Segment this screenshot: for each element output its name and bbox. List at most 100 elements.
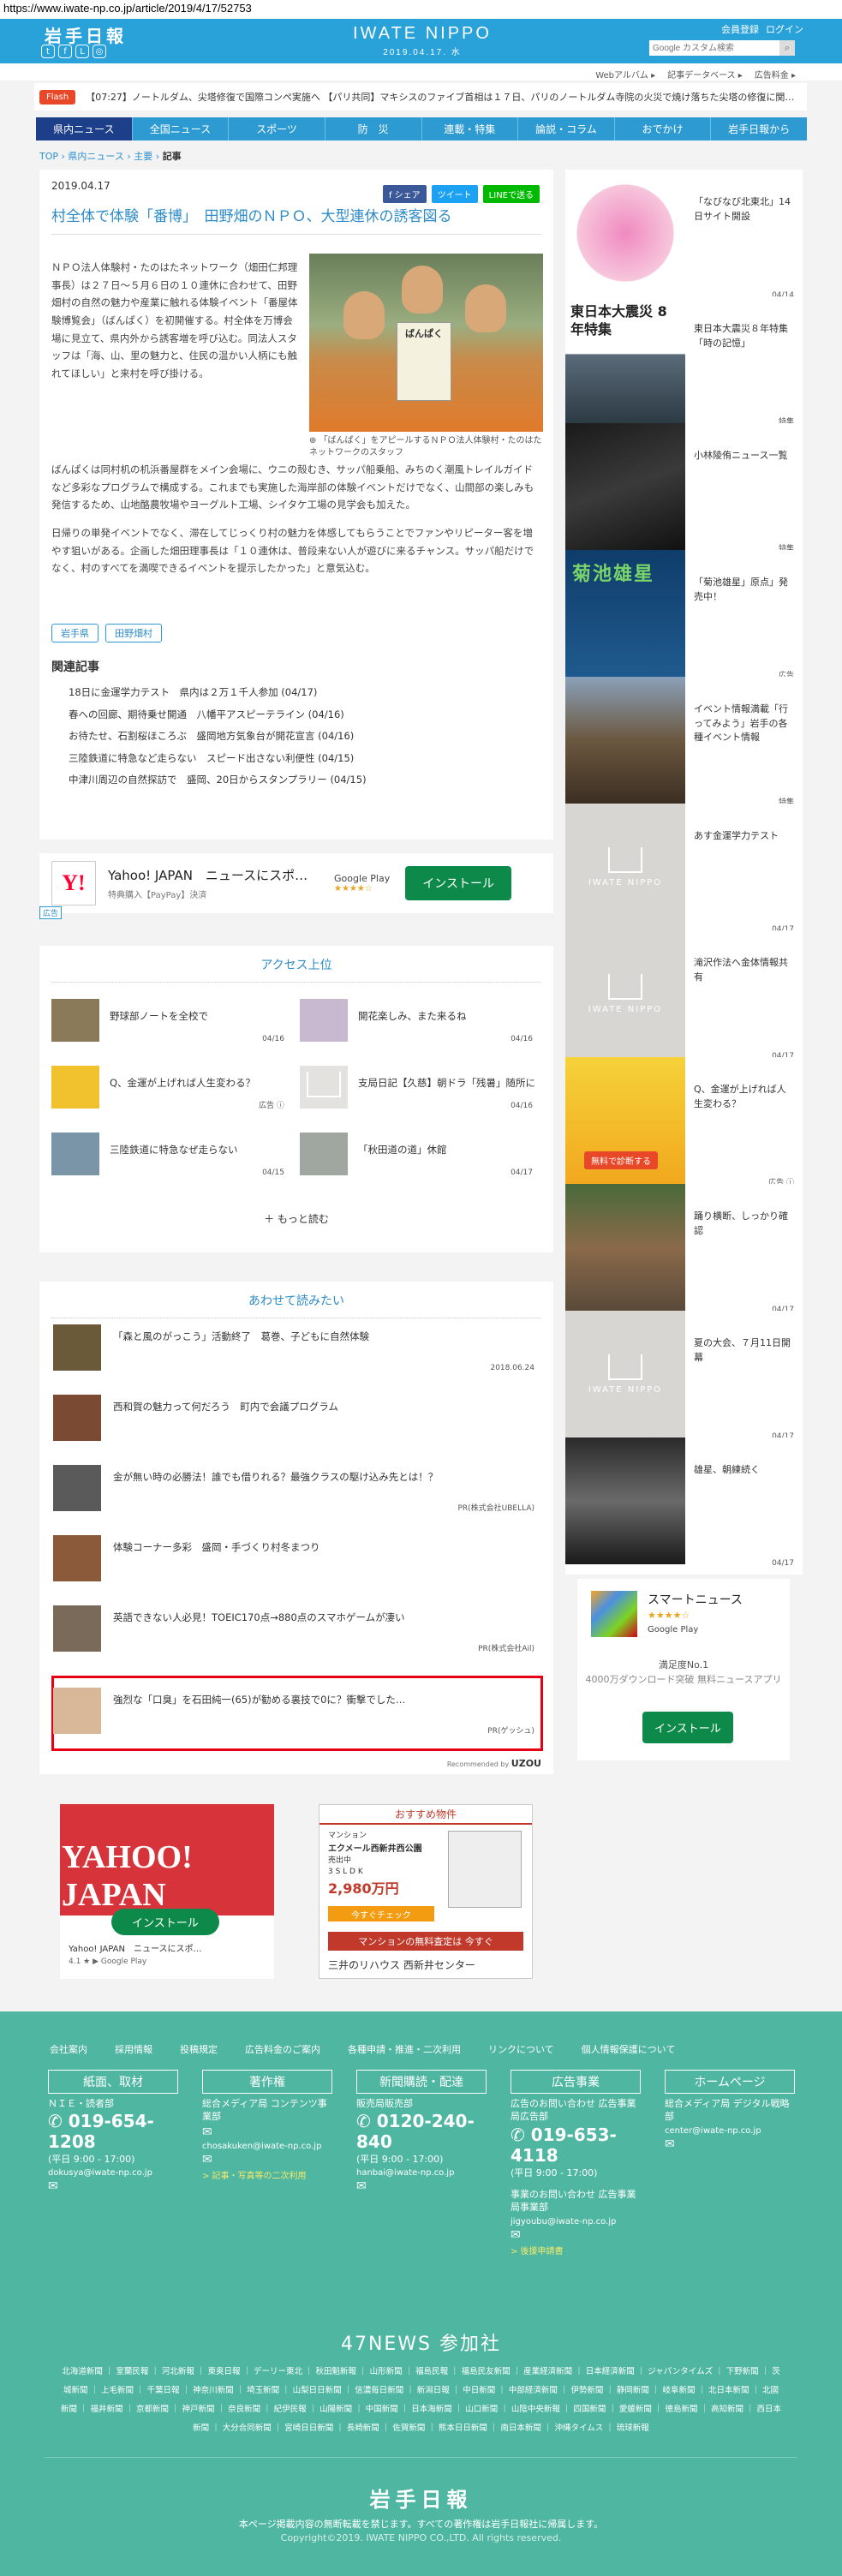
sidebar-item[interactable]: イベント情報満載「行ってみよう」岩手の各種イベント情報 特集 — [565, 677, 803, 814]
related-item[interactable]: 中津川周辺の自然探訪で 盛岡、20日からスタンプラリー (04/15) — [69, 769, 367, 792]
footer-link[interactable]: 広告料金のご案内 — [245, 2042, 320, 2056]
nav-disaster[interactable]: 防 災 — [325, 117, 422, 140]
nav-from-iwate[interactable]: 岩手日報から — [711, 117, 807, 140]
footer-link[interactable]: 採用情報 — [115, 2042, 152, 2056]
article-photo[interactable]: ばんぱく — [309, 254, 543, 432]
yahoo-caption: Yahoo! JAPAN ニュースにスポ… 4.1 ★ ▶ Google Play — [69, 1945, 202, 1966]
sidebar-item[interactable]: 小林陵侑ニュース一覧 特集 — [565, 423, 803, 560]
rank-item[interactable]: 支局日記【久慈】朝ドラ「残暑」随所に 04/16 — [300, 1066, 540, 1117]
phone-icon[interactable]: ✆ 019-653-4118 — [511, 2125, 641, 2166]
email-link[interactable]: jigyoubu@iwate-np.co.jp — [511, 2217, 641, 2226]
search-input[interactable] — [649, 40, 779, 56]
related-item[interactable]: 三陸鉄道に特急など走らない スピード出さない利便性 (04/15) — [69, 748, 367, 770]
twitter-icon[interactable]: t — [41, 45, 55, 58]
line-share-button[interactable]: LINEで送る — [482, 185, 540, 203]
recommend-item[interactable]: 体験コーナー多彩 盛岡・手づくり村冬まつり — [53, 1530, 541, 1587]
related-item[interactable]: 春への回廊、期待乗せ開通 八幡平アスピーテライン (04/16) — [69, 704, 367, 726]
phone-icon[interactable]: ✆ 019-654-1208 — [48, 2111, 178, 2152]
sidebar-item[interactable]: IWATE NIPPO 滝沢作法へ金体情報共有 04/17 — [565, 930, 803, 1067]
email-link[interactable]: hanbai@iwate-np.co.jp — [356, 2168, 487, 2178]
rank-item[interactable]: 三陸鉄道に特急なぜ走らない 04/15 — [51, 1133, 291, 1184]
nav-outing[interactable]: おでかけ — [615, 117, 712, 140]
footer-link[interactable]: 各種申請・推進・二次利用 — [348, 2042, 461, 2056]
member-register-link[interactable]: 会員登録 — [721, 22, 759, 36]
sponsor-request-link[interactable]: > 後援申請書 — [511, 2244, 641, 2256]
rank-item[interactable]: 野球部ノートを全校で 04/16 — [51, 999, 291, 1050]
footer-link[interactable]: 投稿規定 — [180, 2042, 218, 2056]
related-item[interactable]: 18日に金運学力テスト 県内は２万１千人参加 (04/17) — [69, 682, 367, 704]
sidebar-item[interactable]: IWATE NIPPO あす金運学力テスト 04/17 — [565, 804, 803, 941]
recommend-item-pr[interactable]: 金が無い時の必勝法！誰でも借りれる？最強クラスの駆け込み先とは！？ PR(株式会… — [53, 1460, 541, 1516]
zoom-icon[interactable]: ⊕ — [309, 436, 319, 445]
twitter-share-button[interactable]: ツイート — [431, 185, 478, 203]
crumb-local[interactable]: 県内ニュース — [68, 151, 123, 162]
re-appraisal-button[interactable]: マンションの無料査定は 今すぐ — [328, 1932, 523, 1951]
mail-icon[interactable]: ✉ — [665, 2137, 795, 2151]
center-logo[interactable]: IWATE NIPPO 2019.04.17. 水 — [337, 24, 508, 57]
secondary-use-link[interactable]: > 記事・写真等の二次利用 — [202, 2168, 332, 2181]
footer-link[interactable]: 個人情報保護について — [582, 2042, 676, 2056]
sidebar-item[interactable]: 「なびなび北東北」14日サイト開設 04/14 — [565, 170, 803, 307]
subnav-webalbum[interactable]: Webアルバム ▸ — [595, 68, 655, 81]
crumb-main[interactable]: 主要 — [134, 151, 152, 162]
mail-icon[interactable]: ✉ — [202, 2153, 332, 2167]
footer-link[interactable]: リンクについて — [488, 2042, 554, 2056]
mail-icon[interactable]: ✉ — [202, 2125, 332, 2139]
crumb-top[interactable]: TOP — [39, 151, 58, 162]
read-more-button[interactable]: ＋ もっと読む — [39, 1211, 553, 1226]
recommend-item[interactable]: 西和賀の魅力って何だろう 町内で会議プログラム — [53, 1390, 541, 1446]
sidebar-item[interactable]: IWATE NIPPO 夏の大会、７月11日開幕 04/17 — [565, 1311, 803, 1448]
tag-tanohata[interactable]: 田野畑村 — [105, 624, 162, 643]
sidebar-item[interactable]: 東日本大震災 8年特集 東日本大震災８年特集「時の記憶」 特集 — [565, 296, 803, 433]
smartnews-install-button[interactable]: インストール — [642, 1712, 733, 1743]
email-link[interactable]: center@iwate-np.co.jp — [665, 2126, 795, 2136]
re-check-button[interactable]: 今すぐチェック — [328, 1906, 434, 1922]
yahoo-install-button[interactable]: インストール — [111, 1909, 219, 1935]
nav-series[interactable]: 連載・特集 — [422, 117, 519, 140]
facebook-share-button[interactable]: f シェア — [382, 185, 427, 203]
tag-iwate[interactable]: 岩手県 — [51, 624, 99, 643]
app-banner-ad[interactable]: Y! Yahoo! JAPAN ニュースにスポ… 特典購入【PayPay】決済 … — [39, 853, 553, 913]
recommend-item[interactable]: 「森と風のがっこう」活動終了 葛巻、子どもに自然体験 2018.06.24 — [53, 1319, 541, 1376]
sidebar-item-ad[interactable]: 菊池雄星 「菊池雄星」原点」発売中！ 広告 — [565, 550, 803, 687]
footer-link[interactable]: 会社案内 — [50, 2042, 87, 2056]
sidebar-item[interactable]: 踊り横断、しっかり確認 04/17 — [565, 1184, 803, 1321]
mail-icon[interactable]: ✉ — [511, 2228, 641, 2242]
login-link[interactable]: ログイン — [766, 22, 803, 36]
phone-icon[interactable]: ✆ 0120-240-840 — [356, 2111, 487, 2152]
subnav-adrates[interactable]: 広告料金 ▸ — [755, 68, 796, 81]
yahoo-ad[interactable]: YAHOO! JAPAN インストール Yahoo! JAPAN ニュースにスポ… — [60, 1804, 274, 1979]
nav-column[interactable]: 論説・コラム — [518, 117, 615, 140]
recommend-item-pr[interactable]: 強烈な「口臭」を石田純一(65)が勧める裏技で0に？衝撃でした… PR(ゲッシュ… — [53, 1682, 541, 1739]
subnav-database[interactable]: 記事データベース ▸ — [667, 68, 743, 81]
browser-url[interactable]: https://www.iwate-np.co.jp/article/2019/… — [0, 0, 842, 19]
install-button[interactable]: インストール — [405, 866, 511, 900]
sidebar-item[interactable]: 雄星、朝練続く 04/17 — [565, 1437, 803, 1575]
recommend-item-pr[interactable]: 英語できない人必見！TOEIC170点→880点のスマホゲームが凄い PR(株式… — [53, 1600, 541, 1657]
nav-local-news[interactable]: 県内ニュース — [36, 117, 133, 140]
ad-label[interactable]: 広告 — [39, 906, 63, 919]
footer-logo[interactable]: 岩手日報 — [0, 2483, 842, 2513]
rank-item-ad[interactable]: Q、金運が上げれば人生変わる？ 広告 ⓘ — [51, 1066, 291, 1117]
search-icon[interactable]: ⌕ — [779, 40, 795, 56]
47news-papers[interactable]: 北海道新聞 ｜ 室蘭民報 ｜ 河北新報 ｜ 東奥日報 ｜ デーリー東北 ｜ 秋田… — [60, 2363, 782, 2438]
nav-sports[interactable]: スポーツ — [229, 117, 325, 140]
uzou-credit[interactable]: Recommended by UZOU — [447, 1758, 541, 1769]
mail-icon[interactable]: ✉ — [48, 2179, 178, 2193]
rank-item[interactable]: 「秋田道の道」休館 04/17 — [300, 1133, 540, 1184]
instagram-icon[interactable]: ◎ — [93, 45, 106, 58]
sidebar-item-ad[interactable]: 無料で診断する Q、金運が上げれば人生変わる？ 広告 ⓘ — [565, 1057, 803, 1194]
flash-text[interactable]: 【07:27】ノートルダム、尖塔修復で国際コンペ実施へ 【パリ共同】マキシスのフ… — [86, 90, 794, 104]
smartnews-ad[interactable]: スマートニュース ★★★★☆ Google Play 満足度No.1 4000万… — [577, 1579, 790, 1760]
site-logo[interactable]: 岩手日報 — [45, 22, 127, 47]
email-link[interactable]: dokusya@iwate-np.co.jp — [48, 2168, 178, 2178]
rank-item[interactable]: 開花楽しみ、また来るね 04/16 — [300, 999, 540, 1050]
flash-news[interactable]: Flash 【07:27】ノートルダム、尖塔修復で国際コンペ実施へ 【パリ共同】… — [34, 83, 807, 111]
line-icon[interactable]: L — [75, 45, 89, 58]
facebook-icon[interactable]: f — [58, 45, 72, 58]
nav-national-news[interactable]: 全国ニュース — [133, 117, 230, 140]
related-item[interactable]: お待たせ、石割桜ほころぶ 盛岡地方気象台が開花宣言 (04/16) — [69, 726, 367, 748]
mail-icon[interactable]: ✉ — [356, 2179, 487, 2193]
real-estate-ad[interactable]: おすすめ物件 マンション エクメール西新井西公園 売出中 3 S L D K 2… — [319, 1804, 533, 1979]
email-link[interactable]: chosakuken@iwate-np.co.jp — [202, 2142, 332, 2151]
